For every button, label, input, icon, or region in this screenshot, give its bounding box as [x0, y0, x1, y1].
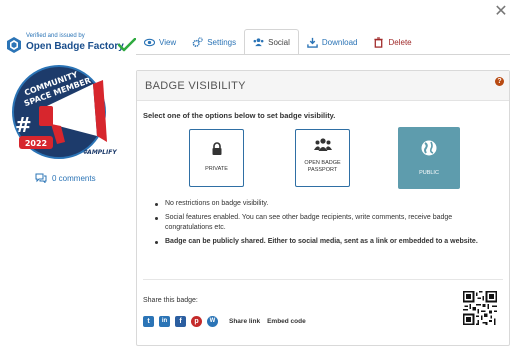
embed-code-button[interactable]: Embed code	[267, 318, 306, 325]
share-link-button[interactable]: Share link	[229, 318, 260, 325]
tab-bar: View Settings Social Download Delete	[136, 28, 420, 55]
visibility-instructions: Select one of the options below to set b…	[143, 111, 336, 120]
twitter-icon[interactable]: t	[143, 316, 154, 327]
tab-delete-label: Delete	[388, 37, 412, 47]
eye-icon	[144, 38, 155, 46]
private-option-label: PRIVATE	[205, 166, 228, 172]
comments-count[interactable]: 0 comments	[52, 174, 96, 183]
trash-icon	[374, 36, 384, 48]
tab-view-label: View	[159, 37, 177, 47]
close-icon[interactable]: ✕	[494, 3, 508, 19]
list-item: Badge can be publicly shared. Either to …	[151, 237, 501, 247]
visibility-description-list: No restrictions on badge visibility. Soc…	[151, 199, 501, 251]
comments-link[interactable]: 0 comments	[35, 173, 96, 183]
svg-text:#: #	[15, 113, 32, 137]
users-icon	[253, 37, 264, 46]
public-option-label: PUBLIC	[419, 170, 439, 176]
pinterest-icon[interactable]: p	[191, 316, 202, 327]
issuer-info: Verified and issued by Open Badge Factor…	[6, 33, 136, 57]
globe-icon	[421, 140, 437, 156]
badge-hashtag: #AMPLIFY	[83, 149, 117, 156]
lock-icon	[212, 142, 221, 155]
tab-download-label: Download	[321, 37, 358, 47]
tab-settings-label: Settings	[207, 37, 237, 47]
facebook-icon[interactable]: f	[175, 316, 186, 327]
verified-check-icon	[118, 38, 136, 52]
private-option-button[interactable]: PRIVATE	[189, 129, 244, 187]
tab-social[interactable]: Social	[244, 29, 299, 55]
badge-year: 2022	[25, 139, 47, 148]
share-divider	[143, 279, 503, 280]
tabs-divider	[136, 54, 510, 55]
panel-title: BADGE VISIBILITY	[145, 80, 246, 92]
download-icon	[307, 37, 318, 48]
passport-option-label: OPEN BADGE PASSPORT	[304, 160, 341, 173]
list-item: Social features enabled. You can see oth…	[151, 213, 501, 233]
verified-text: Verified and issued by	[26, 33, 85, 39]
panel-header: BADGE VISIBILITY ?	[137, 71, 509, 101]
qr-code-icon[interactable]	[463, 291, 497, 325]
list-item: No restrictions on badge visibility.	[151, 199, 501, 209]
badge-visibility-panel: BADGE VISIBILITY ? Select one of the opt…	[136, 70, 510, 346]
tab-view[interactable]: View	[136, 29, 184, 55]
linkedin-icon[interactable]: in	[159, 316, 170, 327]
obf-logo-icon	[7, 37, 21, 53]
tab-settings[interactable]: Settings	[184, 29, 244, 55]
issuer-name[interactable]: Open Badge Factory	[26, 41, 124, 52]
help-icon[interactable]: ?	[495, 77, 504, 86]
comments-icon	[35, 173, 47, 183]
tab-social-label: Social	[268, 37, 290, 47]
tab-download[interactable]: Download	[299, 29, 366, 55]
users-icon	[313, 138, 332, 151]
tab-delete[interactable]: Delete	[365, 29, 419, 55]
public-option-button[interactable]: PUBLIC	[398, 127, 460, 189]
passport-option-button[interactable]: OPEN BADGE PASSPORT	[295, 129, 350, 187]
badge-image: COMMUNITY SPACE MEMBER # 2022 #AMPLIFY	[12, 65, 117, 159]
wordpress-icon[interactable]: W	[207, 316, 218, 327]
share-label: Share this badge:	[143, 297, 198, 304]
gears-icon	[192, 36, 203, 47]
share-row: t in f p W Share link Embed code	[143, 316, 306, 327]
